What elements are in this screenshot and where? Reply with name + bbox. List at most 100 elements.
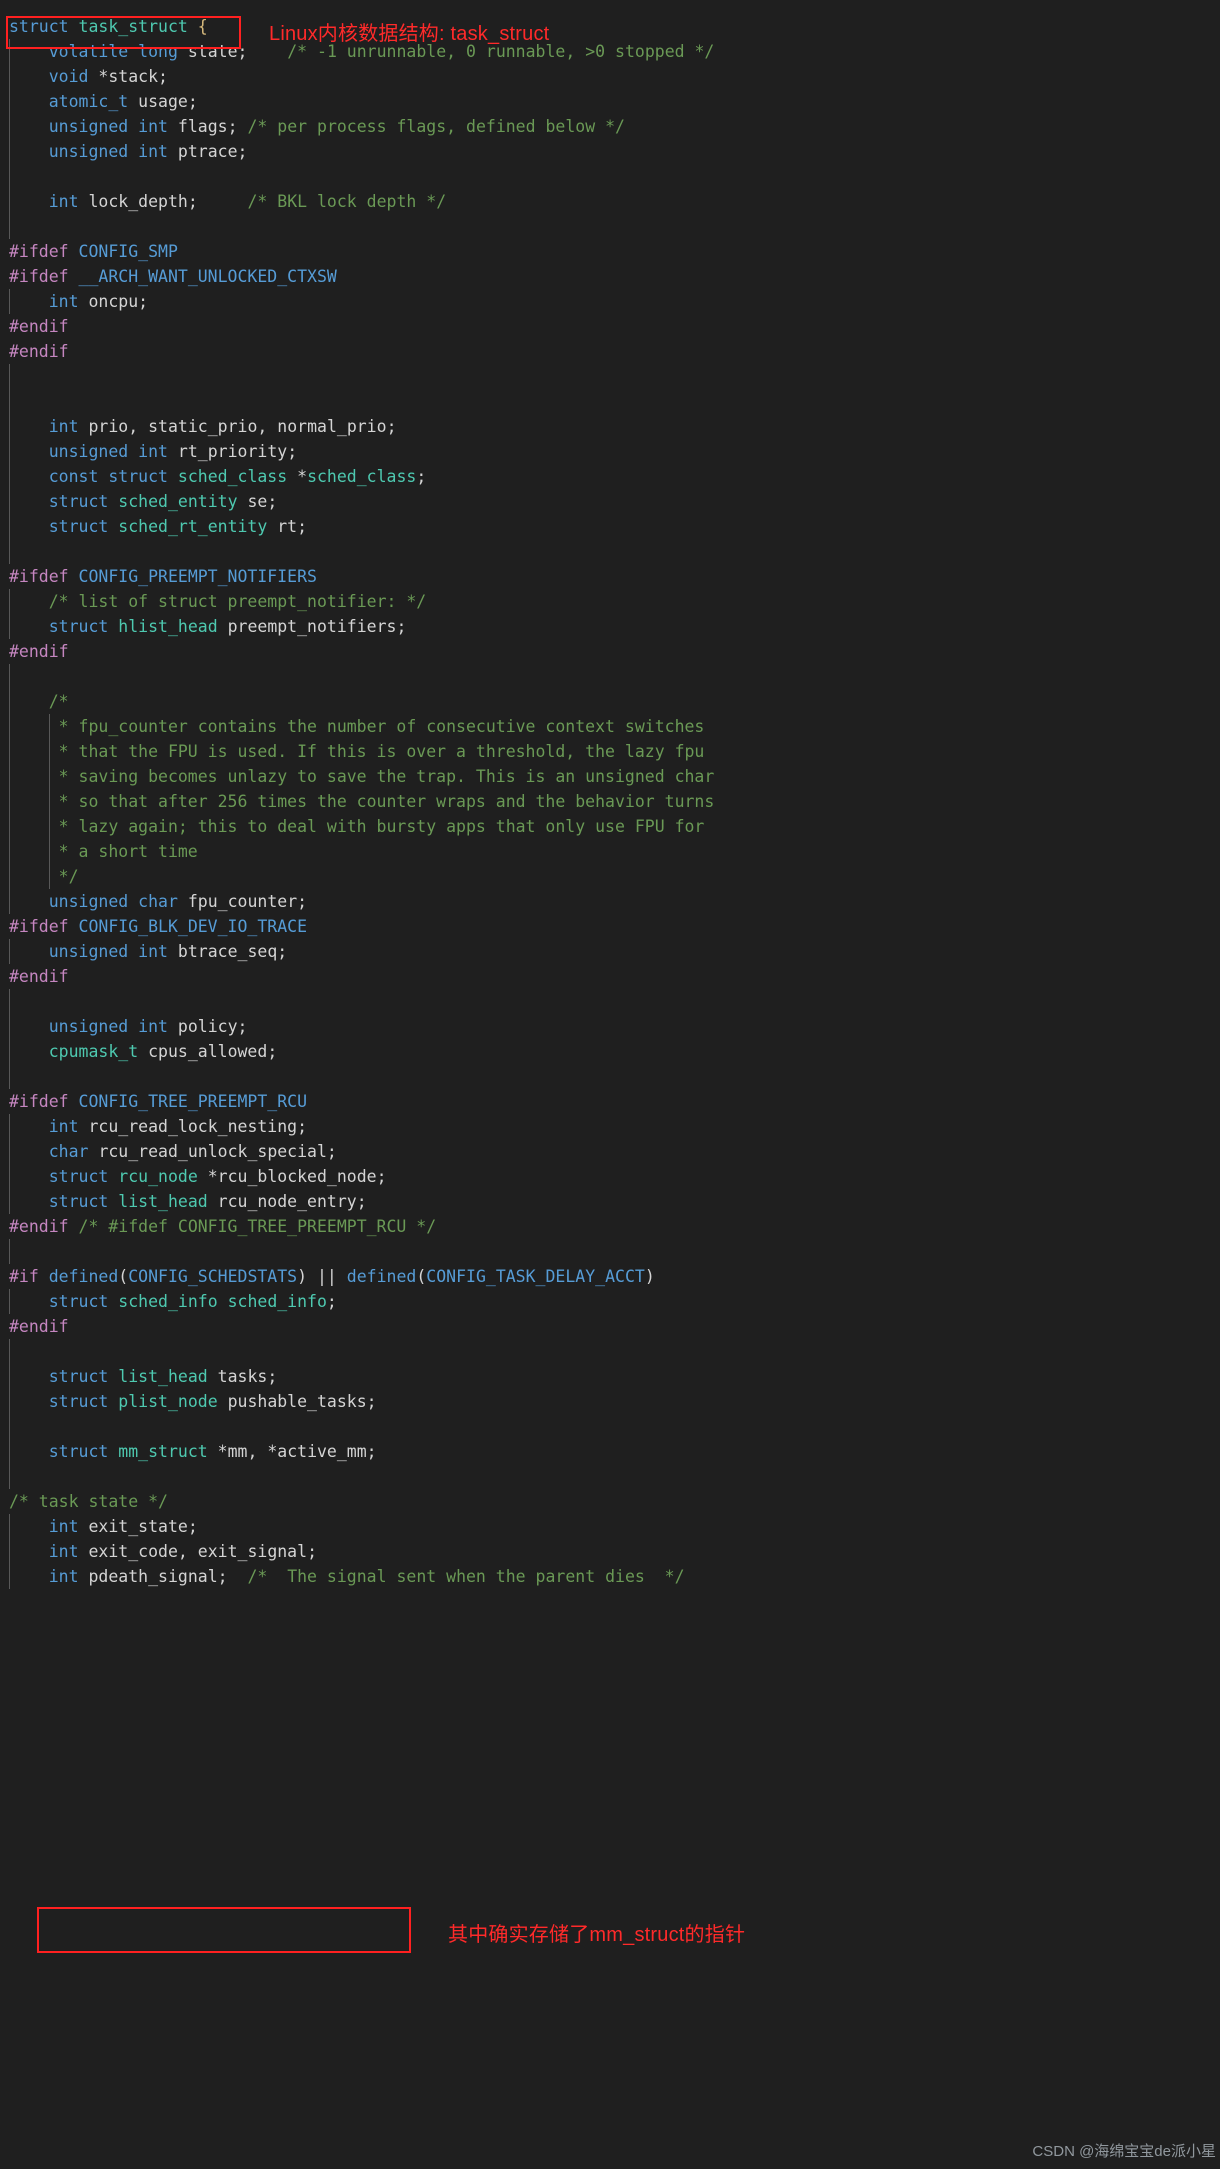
indent-guide [9, 214, 10, 239]
code-line[interactable]: struct sched_entity se; [0, 489, 1220, 514]
indent-guide [9, 1564, 10, 1589]
indent-guide [9, 1164, 10, 1189]
code-line[interactable]: struct list_head tasks; [0, 1364, 1220, 1389]
code-line[interactable] [0, 989, 1220, 1014]
indent-guide [49, 764, 50, 789]
code-line[interactable] [0, 539, 1220, 564]
code-line[interactable]: volatile long state; /* -1 unrunnable, 0… [0, 39, 1220, 64]
code-line[interactable]: /* [0, 689, 1220, 714]
indent-guide [9, 164, 10, 189]
code-line[interactable]: int oncpu; [0, 289, 1220, 314]
code-line[interactable]: * saving becomes unlazy to save the trap… [0, 764, 1220, 789]
code-line[interactable]: void *stack; [0, 64, 1220, 89]
indent-guide [9, 539, 10, 564]
code-line[interactable]: #endif [0, 339, 1220, 364]
indent-guide [9, 689, 10, 714]
code-line[interactable]: atomic_t usage; [0, 89, 1220, 114]
indent-guide [49, 839, 50, 864]
code-line[interactable]: #endif [0, 314, 1220, 339]
code-line[interactable]: struct sched_info sched_info; [0, 1289, 1220, 1314]
code-line[interactable]: #if defined(CONFIG_SCHEDSTATS) || define… [0, 1264, 1220, 1289]
code-line[interactable] [0, 389, 1220, 414]
code-line[interactable]: const struct sched_class *sched_class; [0, 464, 1220, 489]
indent-guide [9, 1339, 10, 1364]
code-line[interactable]: /* list of struct preempt_notifier: */ [0, 589, 1220, 614]
code-line[interactable]: struct hlist_head preempt_notifiers; [0, 614, 1220, 639]
indent-guide [9, 1039, 10, 1064]
code-line[interactable] [0, 664, 1220, 689]
code-line[interactable]: struct plist_node pushable_tasks; [0, 1389, 1220, 1414]
indent-guide [9, 939, 10, 964]
code-line[interactable]: struct sched_rt_entity rt; [0, 514, 1220, 539]
code-line[interactable]: * so that after 256 times the counter wr… [0, 789, 1220, 814]
code-line[interactable]: char rcu_read_unlock_special; [0, 1139, 1220, 1164]
annotation-text-title: Linux内核数据结构: task_struct [269, 23, 550, 45]
indent-guide [9, 889, 10, 914]
code-line[interactable]: #ifdef __ARCH_WANT_UNLOCKED_CTXSW [0, 264, 1220, 289]
indent-guide [9, 1414, 10, 1439]
code-line[interactable]: #ifdef CONFIG_PREEMPT_NOTIFIERS [0, 564, 1220, 589]
indent-guide [9, 739, 10, 764]
indent-guide [9, 1364, 10, 1389]
indent-guide [9, 439, 10, 464]
code-line[interactable] [0, 214, 1220, 239]
indent-guide [9, 1464, 10, 1489]
code-line[interactable] [0, 364, 1220, 389]
code-line[interactable]: struct list_head rcu_node_entry; [0, 1189, 1220, 1214]
code-line[interactable]: #endif [0, 964, 1220, 989]
code-line[interactable]: * that the FPU is used. If this is over … [0, 739, 1220, 764]
indent-guide [9, 664, 10, 689]
code-line[interactable]: struct mm_struct *mm, *active_mm; [0, 1439, 1220, 1464]
code-line[interactable]: #endif [0, 1314, 1220, 1339]
indent-guide [9, 414, 10, 439]
code-line[interactable] [0, 1414, 1220, 1439]
code-line[interactable]: unsigned int flags; /* per process flags… [0, 114, 1220, 139]
indent-guide [9, 39, 10, 64]
code-line[interactable]: #ifdef CONFIG_TREE_PREEMPT_RCU [0, 1089, 1220, 1114]
code-line[interactable]: unsigned int policy; [0, 1014, 1220, 1039]
indent-guide [9, 839, 10, 864]
code-editor-surface[interactable]: struct task_struct { volatile long state… [0, 0, 1220, 2169]
code-line[interactable]: unsigned int rt_priority; [0, 439, 1220, 464]
code-line[interactable]: int pdeath_signal; /* The signal sent wh… [0, 1564, 1220, 1589]
code-line[interactable]: #ifdef CONFIG_BLK_DEV_IO_TRACE [0, 914, 1220, 939]
code-line[interactable]: * lazy again; this to deal with bursty a… [0, 814, 1220, 839]
code-line[interactable] [0, 1239, 1220, 1264]
code-line[interactable]: struct task_struct { [0, 14, 1220, 39]
code-line[interactable]: #endif /* #ifdef CONFIG_TREE_PREEMPT_RCU… [0, 1214, 1220, 1239]
indent-guide [9, 1514, 10, 1539]
code-line[interactable]: */ [0, 864, 1220, 889]
code-line[interactable] [0, 1339, 1220, 1364]
code-line[interactable]: #ifdef CONFIG_SMP [0, 239, 1220, 264]
code-line[interactable]: #endif [0, 639, 1220, 664]
indent-guide [9, 1389, 10, 1414]
indent-guide [9, 189, 10, 214]
code-line[interactable]: int exit_state; [0, 1514, 1220, 1539]
code-line[interactable]: cpumask_t cpus_allowed; [0, 1039, 1220, 1064]
code-line[interactable]: * fpu_counter contains the number of con… [0, 714, 1220, 739]
indent-guide [9, 289, 10, 314]
code-line[interactable]: unsigned int ptrace; [0, 139, 1220, 164]
code-line[interactable]: int rcu_read_lock_nesting; [0, 1114, 1220, 1139]
code-line[interactable]: int lock_depth; /* BKL lock depth */ [0, 189, 1220, 214]
code-line[interactable] [0, 1064, 1220, 1089]
indent-guide [9, 589, 10, 614]
code-line[interactable]: int exit_code, exit_signal; [0, 1539, 1220, 1564]
code-line[interactable]: /* task state */ [0, 1489, 1220, 1514]
indent-guide [9, 64, 10, 89]
indent-guide [49, 714, 50, 739]
code-line[interactable]: unsigned char fpu_counter; [0, 889, 1220, 914]
code-line[interactable]: struct rcu_node *rcu_blocked_node; [0, 1164, 1220, 1189]
code-line[interactable]: * a short time [0, 839, 1220, 864]
code-line[interactable]: int prio, static_prio, normal_prio; [0, 414, 1220, 439]
indent-guide [9, 989, 10, 1014]
indent-guide [9, 764, 10, 789]
indent-guide [9, 714, 10, 739]
indent-guide [9, 114, 10, 139]
code-line[interactable] [0, 164, 1220, 189]
code-content[interactable]: struct task_struct { volatile long state… [0, 14, 1220, 1589]
indent-guide [9, 1289, 10, 1314]
code-line[interactable] [0, 1464, 1220, 1489]
code-line[interactable]: unsigned int btrace_seq; [0, 939, 1220, 964]
indent-guide [9, 1189, 10, 1214]
